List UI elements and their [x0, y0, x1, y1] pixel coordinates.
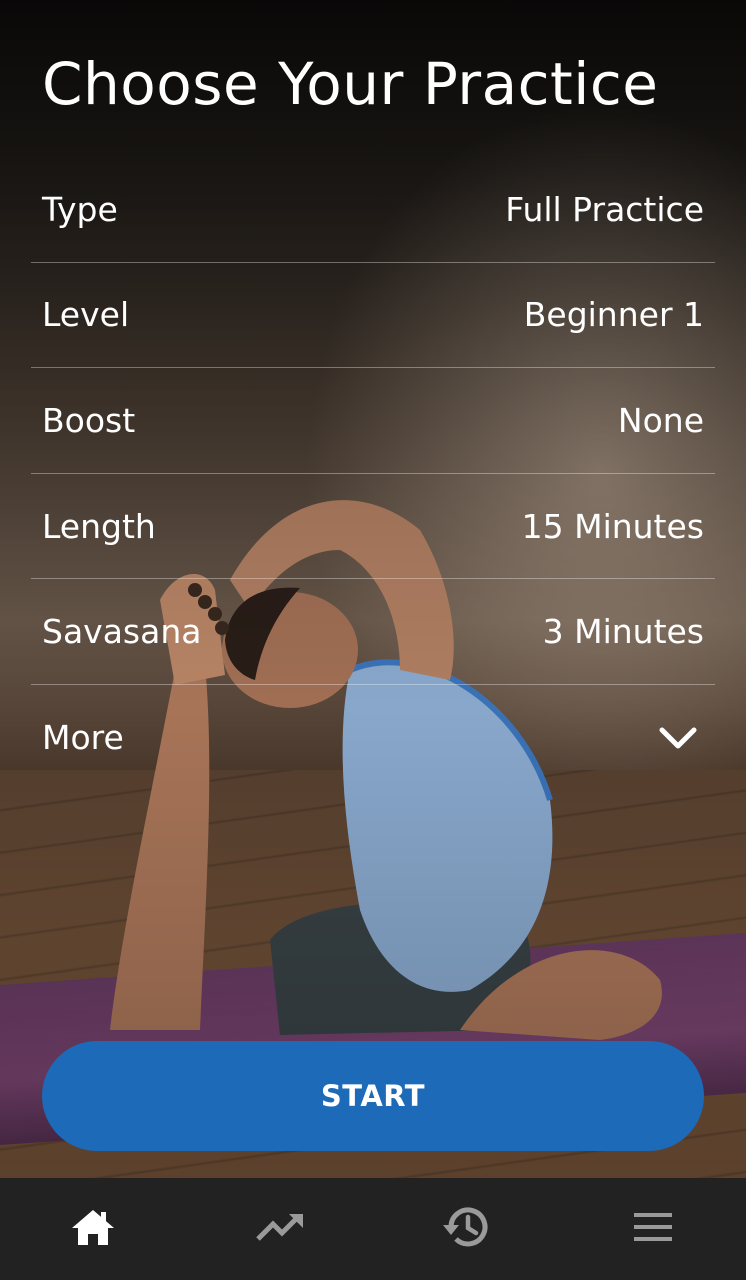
practice-options-list: Type Full Practice Level Beginner 1 Boos… — [31, 157, 715, 791]
option-row-level[interactable]: Level Beginner 1 — [31, 263, 715, 369]
practice-screen: Choose Your Practice Type Full Practice … — [0, 0, 746, 1280]
option-value: Full Practice — [505, 189, 704, 229]
option-value: None — [617, 400, 704, 440]
option-label: Boost — [42, 400, 136, 440]
option-row-boost[interactable]: Boost None — [31, 368, 715, 474]
trending-up-icon — [255, 1211, 305, 1247]
chevron-down-icon — [658, 718, 698, 758]
option-label: Savasana — [42, 612, 202, 652]
nav-history[interactable] — [421, 1189, 511, 1269]
nav-menu[interactable] — [608, 1189, 698, 1269]
menu-icon — [632, 1210, 674, 1248]
history-icon — [441, 1204, 491, 1254]
option-row-savasana[interactable]: Savasana 3 Minutes — [31, 579, 715, 685]
bottom-nav — [0, 1178, 746, 1280]
option-row-length[interactable]: Length 15 Minutes — [31, 474, 715, 580]
nav-home[interactable] — [48, 1189, 138, 1269]
option-row-type[interactable]: Type Full Practice — [31, 157, 715, 263]
option-label: Type — [42, 189, 118, 229]
option-label: More — [42, 718, 124, 758]
home-icon — [70, 1207, 116, 1251]
option-value: Beginner 1 — [523, 295, 704, 335]
option-value: 15 Minutes — [521, 506, 704, 546]
start-button[interactable]: START — [42, 1041, 704, 1151]
page-title: Choose Your Practice — [42, 50, 659, 118]
option-label: Level — [42, 295, 130, 335]
option-value: 3 Minutes — [542, 612, 704, 652]
nav-progress[interactable] — [235, 1189, 325, 1269]
option-label: Length — [42, 506, 156, 546]
option-row-more[interactable]: More — [31, 685, 715, 791]
